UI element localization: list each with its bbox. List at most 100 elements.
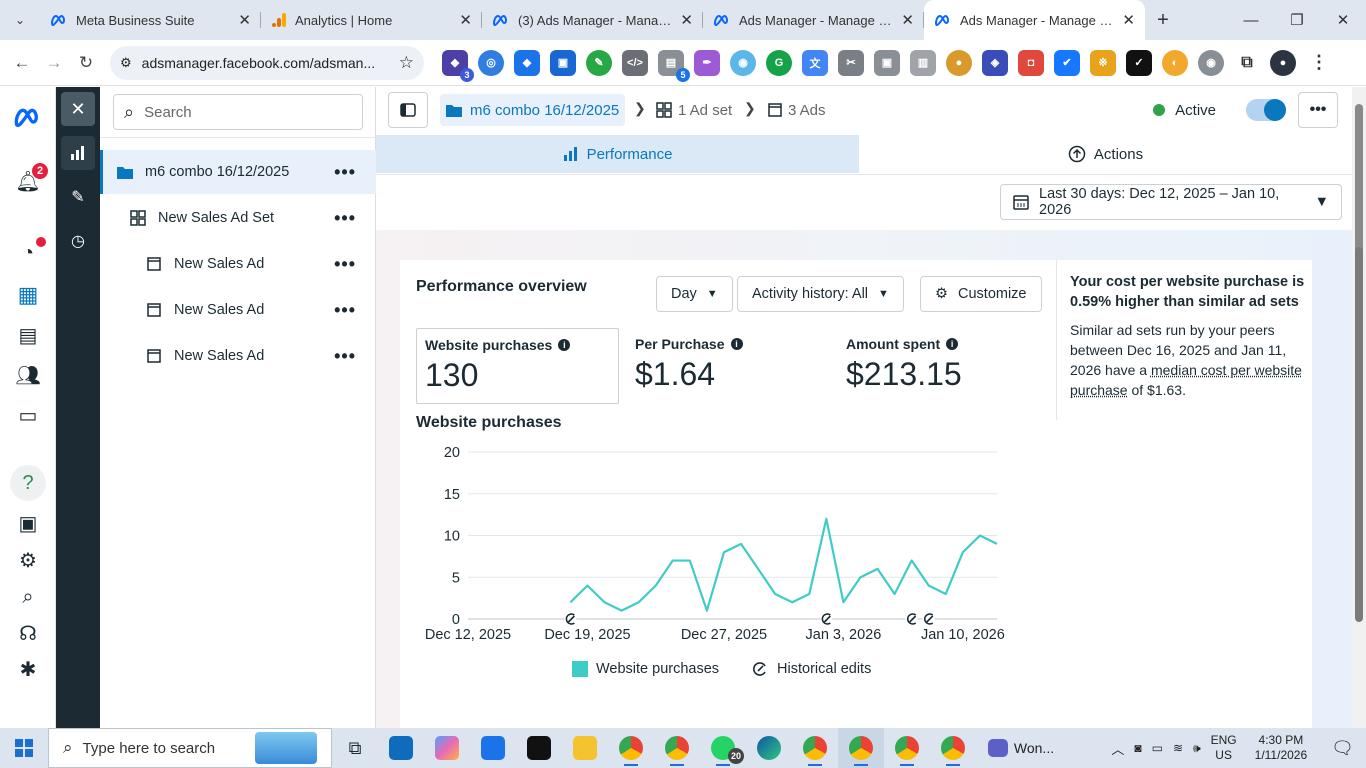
more-options-icon[interactable]: ••• — [334, 208, 356, 229]
metric-website-purchases[interactable]: Website purchases i 130 — [416, 328, 619, 404]
panel-toggle-button[interactable] — [388, 92, 428, 128]
extension-icon[interactable]: ◘ — [1018, 49, 1044, 76]
outlook-icon[interactable] — [378, 728, 424, 768]
historical-edit-marker[interactable] — [922, 613, 935, 625]
site-settings-icon[interactable]: ⚙ — [120, 55, 132, 71]
tab-performance[interactable]: Performance — [376, 135, 859, 173]
tree-item-adset[interactable]: New Sales Ad Set ••• — [100, 196, 376, 240]
extension-icon[interactable]: ✂ — [838, 49, 864, 76]
scrollbar[interactable] — [1352, 87, 1366, 728]
breadcrumb-campaign[interactable]: m6 combo 16/12/2025 — [440, 94, 626, 126]
chrome-profile-icon[interactable] — [838, 728, 884, 768]
edge-icon[interactable] — [746, 728, 792, 768]
clock[interactable]: 4:30 PM 1/11/2026 — [1255, 733, 1308, 763]
performance-chart-icon[interactable] — [61, 136, 95, 170]
extension-icon[interactable]: ✔ — [1054, 49, 1080, 76]
url-field[interactable]: ⚙ adsmanager.facebook.com/adsman... ☆ — [110, 45, 424, 80]
extensions-puzzle-icon[interactable]: ⧉ — [1234, 50, 1260, 76]
edit-pencil-icon[interactable]: ✎ — [61, 180, 95, 214]
extension-icon[interactable]: ◆ — [514, 49, 540, 76]
info-icon[interactable]: i — [730, 338, 743, 350]
chrome-icon[interactable] — [608, 728, 654, 768]
back-arrow-icon[interactable]: ← — [8, 49, 36, 77]
close-icon[interactable]: ✕ — [238, 11, 251, 29]
browser-tab[interactable]: Ads Manager - Manage ads ✕ — [703, 0, 924, 40]
account-quality-gauge-icon[interactable]: ◔ — [10, 235, 46, 271]
forward-arrow-icon[interactable]: → — [40, 49, 68, 77]
task-view-icon[interactable]: ⧉ — [332, 728, 378, 768]
browser-tab-active[interactable]: Ads Manager - Manage ads ✕ — [924, 0, 1145, 40]
more-options-icon[interactable]: ••• — [334, 346, 356, 367]
extension-icon[interactable]: ▣ — [550, 49, 576, 76]
tab-search-chevron-icon[interactable]: ⌄ — [0, 0, 40, 40]
battery-icon[interactable]: ▭ — [1152, 741, 1163, 755]
profile-avatar[interactable]: ● — [1270, 49, 1296, 76]
extension-icon[interactable]: ◉ — [1198, 49, 1224, 76]
more-options-icon[interactable]: ••• — [334, 162, 356, 183]
chevron-up-icon[interactable]: ︿ — [1111, 739, 1124, 758]
history-clock-icon[interactable]: ◷ — [61, 224, 95, 258]
extension-icon[interactable]: ▣ — [874, 49, 900, 76]
extension-icon[interactable]: ◆ 3 — [442, 49, 474, 82]
historical-edit-marker[interactable] — [820, 613, 833, 625]
extension-icon[interactable]: ◉ — [730, 49, 756, 76]
tree-item-ad[interactable]: New Sales Ad ••• — [100, 334, 376, 378]
close-panel-button[interactable]: ✕ — [61, 92, 95, 126]
extension-icon[interactable]: ※ — [1090, 49, 1116, 76]
wifi-icon[interactable]: ≋ — [1173, 741, 1183, 755]
billing-card-icon[interactable]: ▭ — [10, 397, 46, 433]
tab-actions[interactable]: Actions — [859, 135, 1352, 173]
extension-icon[interactable]: ● — [946, 49, 972, 76]
extension-icon[interactable]: </> — [622, 49, 648, 76]
more-options-icon[interactable]: ••• — [334, 254, 356, 275]
metric-amount-spent[interactable]: Amount spent i $213.15 — [838, 328, 1048, 404]
extension-icon[interactable]: G — [766, 49, 792, 76]
notification-center-icon[interactable]: 🗨︎ — [1331, 738, 1354, 759]
settings-gear-icon[interactable]: ⚙ — [10, 542, 46, 578]
minimize-icon[interactable]: — — [1228, 0, 1274, 40]
tree-item-campaign[interactable]: m6 combo 16/12/2025 ••• — [100, 150, 376, 194]
extension-icon[interactable]: ✎ — [586, 49, 612, 76]
browser-tab[interactable]: (3) Ads Manager - Manage ads ✕ — [482, 0, 703, 40]
new-tab-button[interactable]: + — [1145, 0, 1181, 40]
chrome-profile-icon[interactable] — [654, 728, 700, 768]
meta-logo-icon[interactable] — [10, 99, 46, 135]
extension-icon[interactable]: ◎ — [478, 49, 504, 76]
metric-per-purchase[interactable]: Per Purchase i $1.64 — [627, 328, 827, 404]
reload-icon[interactable]: ↻ — [72, 49, 100, 77]
breadcrumb-adsets[interactable]: 1 Ad set — [656, 94, 732, 126]
tree-item-ad[interactable]: New Sales Ad ••• — [100, 288, 376, 332]
pages-icon[interactable]: ▣ — [10, 505, 46, 541]
audiences-icon[interactable]: 👥︎ — [10, 357, 46, 393]
support-headset-icon[interactable]: ☊ — [10, 615, 46, 651]
notifications-bell-icon[interactable]: 🔔︎ 2 — [10, 163, 48, 199]
more-options-icon[interactable]: ••• — [334, 300, 356, 321]
breadcrumb-ads[interactable]: 3 Ads — [768, 94, 826, 126]
granularity-dropdown[interactable]: Day ▼ — [656, 276, 733, 312]
browser-tab[interactable]: Analytics | Home ✕ — [261, 0, 482, 40]
windows-start-icon[interactable] — [0, 728, 48, 768]
close-icon[interactable]: ✕ — [901, 11, 914, 29]
active-toggle[interactable] — [1246, 99, 1286, 121]
copilot-icon[interactable] — [424, 728, 470, 768]
restore-icon[interactable]: ❐ — [1274, 0, 1320, 40]
help-icon[interactable]: ? — [10, 465, 46, 501]
close-window-icon[interactable]: ✕ — [1320, 0, 1366, 40]
whatsapp-icon[interactable]: 20 — [700, 728, 746, 768]
info-icon[interactable]: i — [946, 338, 959, 350]
close-icon[interactable]: ✕ — [680, 11, 693, 29]
extension-icon[interactable]: ▥ — [910, 49, 936, 76]
capcut-icon[interactable] — [516, 728, 562, 768]
info-icon[interactable]: i — [558, 339, 571, 351]
browser-tab[interactable]: Meta Business Suite ✕ — [40, 0, 261, 40]
extension-icon[interactable]: ◈ — [982, 49, 1008, 76]
scrollbar-thumb-inner[interactable] — [1355, 247, 1363, 622]
extension-icon[interactable]: ✒ — [694, 49, 720, 76]
search-icon[interactable]: ⌕ — [10, 579, 46, 615]
volume-icon[interactable]: 🕪︎ — [1193, 741, 1201, 756]
extension-icon[interactable]: ▤ 5 — [658, 49, 690, 82]
customize-button[interactable]: ⚙ Customize — [920, 276, 1042, 312]
file-explorer-icon[interactable] — [562, 728, 608, 768]
microsoft-store-icon[interactable] — [470, 728, 516, 768]
close-icon[interactable]: ✕ — [459, 11, 472, 29]
